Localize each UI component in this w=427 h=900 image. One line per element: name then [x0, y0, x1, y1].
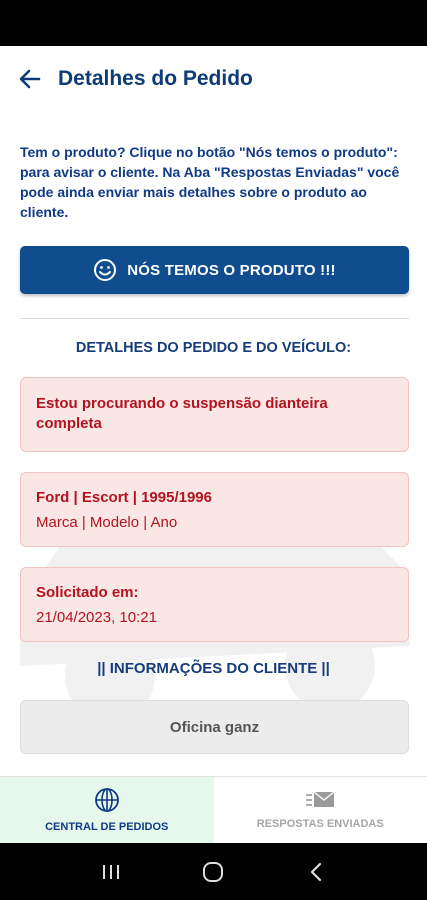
- divider: [20, 318, 409, 319]
- bottom-navigation: CENTRAL DE PEDIDOS RESPOSTAS ENVIADAS: [0, 776, 427, 843]
- system-navigation-bar: [0, 843, 427, 900]
- we-have-product-label: NÓS TEMOS O PRODUTO !!!: [127, 261, 336, 279]
- we-have-product-button[interactable]: NÓS TEMOS O PRODUTO !!!: [20, 246, 409, 294]
- requested-date-card: Solicitado em: 21/04/2023, 10:21: [20, 567, 409, 642]
- vehicle-card: Ford | Escort | 1995/1996 Marca | Modelo…: [20, 472, 409, 547]
- recent-apps-icon: [103, 864, 120, 879]
- intro-text: Tem o produto? Clique no botão "Nós temo…: [20, 144, 400, 220]
- client-info-title: || INFORMAÇÕES DO CLIENTE ||: [97, 660, 330, 677]
- smiley-icon: [94, 259, 117, 281]
- app-screen: Detalhes do Pedido Tem o produto? Clique…: [0, 46, 427, 843]
- nav-respostas-enviadas[interactable]: RESPOSTAS ENVIADAS: [214, 777, 427, 843]
- chevron-left-icon: [310, 862, 321, 881]
- arrow-left-icon: [19, 69, 41, 89]
- app-bar: Detalhes do Pedido: [0, 46, 427, 112]
- request-card: Estou procurando o suspensão dianteira c…: [20, 377, 409, 452]
- requested-label: Solicitado em:: [36, 584, 139, 601]
- requested-date: 21/04/2023, 10:21: [36, 609, 157, 626]
- request-text: Estou procurando o suspensão dianteira c…: [36, 395, 328, 432]
- globe-icon: [94, 788, 119, 812]
- recent-apps-button[interactable]: [91, 852, 131, 892]
- back-system-button[interactable]: [296, 852, 336, 892]
- order-details-title: DETALHES DO PEDIDO E DO VEÍCULO:: [75, 340, 352, 356]
- home-button[interactable]: [193, 852, 233, 892]
- page-title: Detalhes do Pedido: [58, 67, 253, 90]
- back-button[interactable]: [16, 65, 44, 93]
- home-icon: [203, 861, 224, 882]
- nav-central-de-pedidos[interactable]: CENTRAL DE PEDIDOS: [0, 777, 214, 843]
- nav-label-respostas: RESPOSTAS ENVIADAS: [256, 818, 384, 830]
- nav-label-central: CENTRAL DE PEDIDOS: [45, 821, 169, 833]
- mail-icon: [306, 791, 335, 807]
- client-name-card[interactable]: Oficina ganz: [20, 700, 409, 754]
- vehicle-caption: Marca | Modelo | Ano: [36, 514, 178, 531]
- status-bar: [0, 0, 427, 46]
- vehicle-value: Ford | Escort | 1995/1996: [36, 489, 212, 506]
